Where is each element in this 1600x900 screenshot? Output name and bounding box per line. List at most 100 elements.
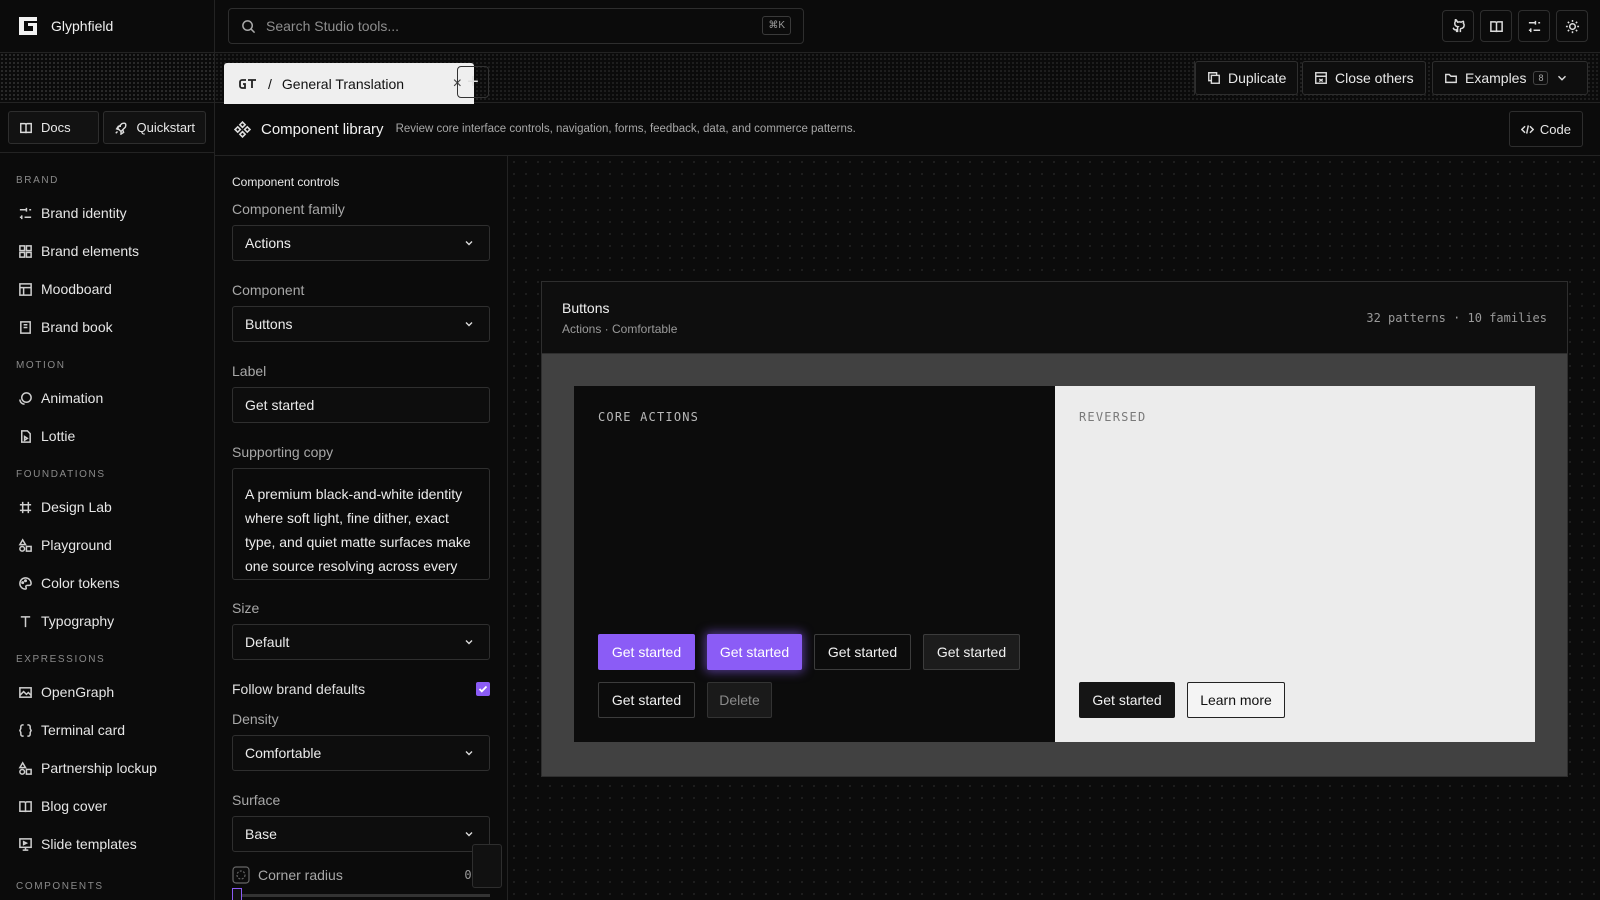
sidebar-item-slide-templates[interactable]: Slide templates xyxy=(0,825,214,863)
grid-icon xyxy=(18,244,33,259)
top-actions xyxy=(1442,10,1588,42)
docs-label: Docs xyxy=(41,120,71,135)
supporting-copy-textarea[interactable]: A premium black-and-white identity where… xyxy=(232,468,490,580)
notebook-icon xyxy=(18,320,33,335)
settings-button[interactable] xyxy=(1518,10,1550,42)
sidebar-item-label: Animation xyxy=(41,390,104,406)
code-button[interactable]: Code xyxy=(1508,111,1583,147)
chevron-down-icon xyxy=(465,241,473,246)
page-description: Review core interface controls, navigati… xyxy=(395,123,856,135)
sidebar-item-label: Blog cover xyxy=(41,798,108,814)
sun-icon xyxy=(1565,19,1580,34)
preview-meta: 32 patterns · 10 families xyxy=(1366,311,1547,325)
component-family-select[interactable]: Actions xyxy=(232,225,490,261)
corner-radius-row: Corner radius 0px xyxy=(232,866,490,884)
sidebar-item-label: Design Lab xyxy=(41,499,112,515)
surface-select[interactable]: Base xyxy=(232,816,490,852)
book-icon xyxy=(19,121,33,135)
duplicate-label: Duplicate xyxy=(1228,70,1287,86)
docs-icon-button[interactable] xyxy=(1480,10,1512,42)
sidebar: Glyphfield Docs Quickstart BRAND Brand i… xyxy=(0,0,215,900)
ghost-button[interactable]: Get started xyxy=(598,682,695,718)
animation-icon xyxy=(18,391,33,406)
corner-radius-slider[interactable] xyxy=(232,888,490,900)
chevron-down-icon xyxy=(465,751,473,756)
tab-label: General Translation xyxy=(281,75,405,92)
sidebar-item-opengraph[interactable]: OpenGraph xyxy=(0,673,214,711)
sidebar-item-label: Brand elements xyxy=(41,243,140,259)
github-icon xyxy=(1451,18,1466,34)
sidebar-item-label: OpenGraph xyxy=(41,684,115,700)
preview-stage: CORE ACTIONS Get started Get started Get… xyxy=(542,354,1567,776)
theme-toggle-button[interactable] xyxy=(1556,10,1588,42)
sidebar-item-blog-cover[interactable]: Blog cover xyxy=(0,787,214,825)
sidebar-item-lottie[interactable]: Lottie xyxy=(0,417,214,455)
sliders-icon xyxy=(1527,19,1542,34)
brand-header[interactable]: Glyphfield xyxy=(0,0,214,53)
close-others-button[interactable]: Close others xyxy=(1302,61,1426,95)
sidebar-item-design-lab[interactable]: Design Lab xyxy=(0,488,214,526)
sidebar-item-moodboard[interactable]: Moodboard xyxy=(0,270,214,308)
component-icon xyxy=(234,120,251,138)
nav-section-motion: MOTION Animation Lottie xyxy=(0,346,214,455)
sidebar-item-playground[interactable]: Playground xyxy=(0,526,214,564)
primary-focused-button[interactable]: Get started xyxy=(707,634,802,670)
sidebar-item-terminal-card[interactable]: Terminal card xyxy=(0,711,214,749)
density-select[interactable]: Comfortable xyxy=(232,735,490,771)
family-value: Actions xyxy=(245,235,291,251)
sidebar-item-animation[interactable]: Animation xyxy=(0,379,214,417)
label-input[interactable]: Get started xyxy=(232,387,490,423)
sidebar-item-partnership-lockup[interactable]: Partnership lockup xyxy=(0,749,214,787)
secondary-button[interactable]: Get started xyxy=(923,634,1020,670)
add-tab-button[interactable]: + xyxy=(457,66,489,98)
chevron-down-icon xyxy=(1555,71,1569,85)
sidebar-item-label: Partnership lockup xyxy=(41,760,157,776)
nav-section-expressions: EXPRESSIONS OpenGraph Terminal card Part… xyxy=(0,640,214,863)
search-input[interactable]: Search Studio tools... ⌘K xyxy=(228,8,804,44)
density-value: Comfortable xyxy=(245,745,322,761)
follow-brand-checkbox[interactable] xyxy=(476,682,490,696)
palette-icon xyxy=(18,576,33,591)
collapse-panel-button[interactable] xyxy=(472,844,502,888)
examples-count-badge: 8 xyxy=(1533,71,1549,85)
sidebar-item-typography[interactable]: Typography xyxy=(0,602,214,640)
learn-more-button[interactable]: Learn more xyxy=(1187,682,1285,718)
book-open-icon xyxy=(18,799,33,814)
quickstart-label: Quickstart xyxy=(136,120,195,135)
outline-button[interactable]: Get started xyxy=(814,634,911,670)
primary-button[interactable]: Get started xyxy=(598,634,695,670)
corner-radius-label: Corner radius xyxy=(258,867,343,883)
github-button[interactable] xyxy=(1442,10,1474,42)
examples-button[interactable]: Examples 8 xyxy=(1432,61,1588,95)
quickstart-button[interactable]: Quickstart xyxy=(103,111,206,144)
sidebar-item-brand-elements[interactable]: Brand elements xyxy=(0,232,214,270)
dither-strip xyxy=(0,53,214,103)
docs-button[interactable]: Docs xyxy=(8,111,100,144)
size-select[interactable]: Default xyxy=(232,624,490,660)
label-field-label: Label xyxy=(232,363,267,379)
file-play-icon xyxy=(18,429,33,444)
delete-button[interactable]: Delete xyxy=(707,682,772,718)
tab-general-translation[interactable]: / General Translation × xyxy=(224,63,474,104)
size-label: Size xyxy=(232,600,260,616)
sidebar-item-color-tokens[interactable]: Color tokens xyxy=(0,564,214,602)
check-icon xyxy=(478,685,488,693)
doc-links: Docs Quickstart xyxy=(0,103,214,153)
surface-label: Surface xyxy=(232,792,281,808)
close-tabs-icon xyxy=(1314,71,1328,85)
presentation-icon xyxy=(18,837,33,852)
search-icon xyxy=(241,19,256,34)
reversed-primary-button[interactable]: Get started xyxy=(1079,682,1175,718)
nav-section-brand: BRAND Brand identity Brand elements Mood… xyxy=(0,153,214,346)
sidebar-item-label: Moodboard xyxy=(41,281,112,297)
component-select[interactable]: Buttons xyxy=(232,306,490,342)
size-value: Default xyxy=(245,634,290,650)
duplicate-button[interactable]: Duplicate xyxy=(1195,61,1299,95)
code-icon xyxy=(1520,123,1534,136)
nav-heading: MOTION xyxy=(16,360,66,371)
nav-heading: EXPRESSIONS xyxy=(16,654,106,665)
gt-logo-icon xyxy=(238,77,258,91)
sidebar-item-brand-book[interactable]: Brand book xyxy=(0,308,214,346)
sidebar-item-brand-identity[interactable]: Brand identity xyxy=(0,194,214,232)
slider-thumb[interactable] xyxy=(232,888,242,900)
